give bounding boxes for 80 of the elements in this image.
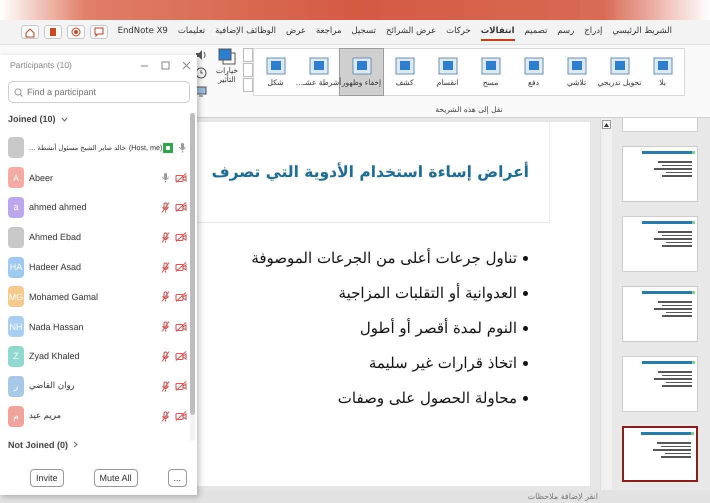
bullet-text: اتخاذ قرارات غير سليمة [368, 354, 517, 372]
participant-name: Ahmed Ebad [29, 232, 82, 242]
avatar: MG [8, 286, 24, 308]
avatar: a [8, 196, 24, 218]
slide-icon [566, 57, 586, 75]
section-header[interactable]: Not Joined (0) [8, 440, 68, 450]
slide-icon [266, 57, 286, 75]
participant-name: مريم عيد [29, 411, 62, 422]
photo-placeholder [8, 226, 24, 248]
ribbon-tab[interactable]: EndNote X9 [118, 23, 168, 41]
participant-name: Abeer [29, 172, 54, 183]
slide-icon [352, 57, 372, 75]
ribbon-tab[interactable]: عرض [286, 23, 306, 41]
squares-icon [217, 48, 237, 66]
slide-icon [524, 57, 544, 75]
ribbon-tab[interactable]: الوظائف الإضافية [215, 23, 276, 41]
close-icon[interactable] [182, 60, 191, 70]
slide-icon [480, 57, 500, 75]
search-icon [14, 88, 23, 97]
ribbon-tab[interactable]: إدراج [584, 23, 602, 41]
home-icon [24, 26, 36, 38]
avatar: م [8, 406, 24, 427]
participant-name: Mohamed Gamal [29, 292, 98, 302]
avatar: Z [8, 346, 24, 367]
record-button[interactable] [66, 25, 85, 39]
screen-icon [195, 85, 207, 97]
bullet-icon [523, 396, 528, 400]
scroll-up-button[interactable] [602, 120, 611, 129]
vertical-scrollbar[interactable] [600, 118, 612, 490]
bullet-text: محاولة الحصول على وصفات [338, 389, 517, 407]
avatar: A [8, 167, 24, 188]
slide-icon [610, 57, 630, 75]
participant-name: ahmed ahmed [29, 202, 87, 212]
slide-icon [438, 57, 458, 75]
slide-icon [394, 57, 414, 75]
participant-name: روان القاضي [29, 381, 75, 392]
avatar: ر [8, 376, 24, 397]
ribbon-tab[interactable]: انتقالات [480, 23, 515, 41]
bullet-text: النوم لمدة أقصر أو أطول [360, 319, 517, 337]
bullet-icon [523, 256, 528, 260]
slide-title: أعراض إساءة استخدام الأدوية التي تصرف [212, 163, 529, 181]
photo-placeholder [8, 137, 24, 158]
ribbon-tab[interactable]: تعليمات [178, 23, 206, 41]
up-arrow-icon [604, 122, 609, 126]
scrollbar[interactable] [190, 113, 195, 441]
slide-thumbnail[interactable] [622, 426, 698, 482]
search-field[interactable]: Find a participant [8, 81, 190, 103]
invite-button[interactable]: Invite [30, 469, 64, 487]
participant-name: Zyad Khaled [29, 351, 80, 362]
slide-icon [652, 57, 672, 75]
panel-title: Participants (10) [10, 60, 73, 70]
bullet-text: العدوانية أو التقلبات المزاجية [338, 284, 517, 302]
ribbon-tab[interactable]: تسجيل [352, 23, 376, 41]
section-header[interactable]: Joined (10) [8, 114, 56, 124]
speaker-icon [195, 49, 207, 61]
record-icon [70, 26, 82, 38]
maximize-icon[interactable] [161, 60, 170, 70]
more-button[interactable]: ... [168, 469, 188, 487]
ribbon-tab[interactable]: رسم [557, 23, 574, 41]
ribbon-tab[interactable]: عرض الشرائح [386, 23, 436, 41]
ribbon-tab[interactable]: تصميم [524, 23, 548, 41]
participant-name: Nada Hassan [29, 322, 84, 332]
avatar: NH [8, 316, 24, 338]
bullet-icon [523, 290, 528, 296]
avatar: HA [8, 256, 24, 278]
bullet-icon [523, 326, 528, 330]
home-button[interactable] [20, 25, 39, 39]
ribbon-tab[interactable]: الشريط الرئيسي [612, 23, 672, 41]
clock-icon [195, 67, 207, 79]
bullet-icon [523, 360, 528, 366]
slide-icon [308, 57, 328, 75]
ribbon-tab[interactable]: حركات [446, 23, 471, 41]
comment-icon [92, 26, 105, 38]
mute-all-button[interactable]: Mute All [94, 469, 138, 487]
chevron-down-icon[interactable] [60, 116, 68, 122]
ribbon-tab[interactable]: مراجعة [316, 23, 342, 41]
bullet-text: تناول جرعات أعلى من الجرعات الموصوفة [251, 249, 517, 267]
comment-button[interactable] [90, 25, 108, 39]
participant-name: Hadeer Asad [29, 262, 82, 272]
chevron-right-icon[interactable] [73, 441, 78, 448]
